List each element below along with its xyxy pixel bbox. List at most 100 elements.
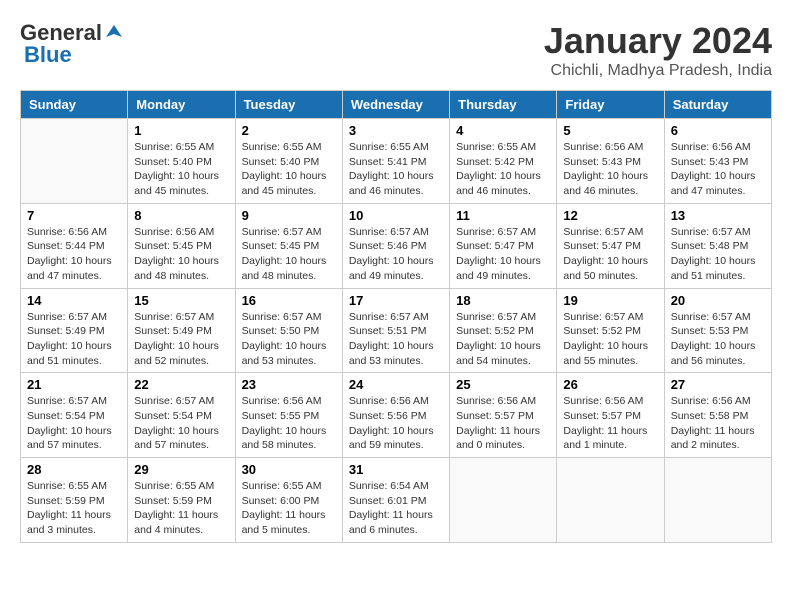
day-info: Sunrise: 6:57 AM Sunset: 5:46 PM Dayligh…	[349, 225, 443, 284]
day-number: 24	[349, 377, 443, 392]
day-number: 19	[563, 293, 657, 308]
calendar-cell: 4 Sunrise: 6:55 AM Sunset: 5:42 PM Daylig…	[450, 119, 557, 204]
day-info: Sunrise: 6:57 AM Sunset: 5:47 PM Dayligh…	[456, 225, 550, 284]
calendar-header-row: SundayMondayTuesdayWednesdayThursdayFrid…	[21, 91, 772, 119]
day-info: Sunrise: 6:57 AM Sunset: 5:45 PM Dayligh…	[242, 225, 336, 284]
day-number: 1	[134, 123, 228, 138]
day-info: Sunrise: 6:57 AM Sunset: 5:54 PM Dayligh…	[134, 394, 228, 453]
calendar-cell: 22 Sunrise: 6:57 AM Sunset: 5:54 PM Dayli…	[128, 373, 235, 458]
calendar-cell: 29 Sunrise: 6:55 AM Sunset: 5:59 PM Dayli…	[128, 458, 235, 543]
day-info: Sunrise: 6:57 AM Sunset: 5:52 PM Dayligh…	[456, 310, 550, 369]
calendar-cell: 19 Sunrise: 6:57 AM Sunset: 5:52 PM Dayli…	[557, 288, 664, 373]
calendar-cell: 20Sunrise: 6:57 AM Sunset: 5:53 PM Dayli…	[664, 288, 771, 373]
day-info: Sunrise: 6:56 AM Sunset: 5:44 PM Dayligh…	[27, 225, 121, 284]
day-info: Sunrise: 6:56 AM Sunset: 5:58 PM Dayligh…	[671, 394, 765, 453]
calendar-week-row: 21 Sunrise: 6:57 AM Sunset: 5:54 PM Dayli…	[21, 373, 772, 458]
calendar-cell: 26 Sunrise: 6:56 AM Sunset: 5:57 PM Dayli…	[557, 373, 664, 458]
day-info: Sunrise: 6:55 AM Sunset: 5:42 PM Dayligh…	[456, 140, 550, 199]
calendar-cell: 14 Sunrise: 6:57 AM Sunset: 5:49 PM Dayli…	[21, 288, 128, 373]
calendar-cell: 24 Sunrise: 6:56 AM Sunset: 5:56 PM Dayli…	[342, 373, 449, 458]
day-number: 29	[134, 462, 228, 477]
calendar-week-row: 28 Sunrise: 6:55 AM Sunset: 5:59 PM Dayli…	[21, 458, 772, 543]
weekday-header: Saturday	[664, 91, 771, 119]
day-info: Sunrise: 6:56 AM Sunset: 5:57 PM Dayligh…	[456, 394, 550, 453]
day-number: 12	[563, 208, 657, 223]
day-number: 9	[242, 208, 336, 223]
calendar-cell: 25 Sunrise: 6:56 AM Sunset: 5:57 PM Dayli…	[450, 373, 557, 458]
logo: General Blue	[20, 20, 124, 68]
day-info: Sunrise: 6:56 AM Sunset: 5:43 PM Dayligh…	[671, 140, 765, 199]
day-number: 22	[134, 377, 228, 392]
day-info: Sunrise: 6:55 AM Sunset: 5:59 PM Dayligh…	[134, 479, 228, 538]
day-info: Sunrise: 6:56 AM Sunset: 5:55 PM Dayligh…	[242, 394, 336, 453]
day-info: Sunrise: 6:57 AM Sunset: 5:50 PM Dayligh…	[242, 310, 336, 369]
day-number: 2	[242, 123, 336, 138]
page-header: General Blue January 2024 Chichli, Madhy…	[20, 20, 772, 80]
calendar-week-row: 7 Sunrise: 6:56 AM Sunset: 5:44 PM Daylig…	[21, 203, 772, 288]
day-info: Sunrise: 6:56 AM Sunset: 5:45 PM Dayligh…	[134, 225, 228, 284]
weekday-header: Monday	[128, 91, 235, 119]
day-info: Sunrise: 6:56 AM Sunset: 5:57 PM Dayligh…	[563, 394, 657, 453]
calendar-cell: 2 Sunrise: 6:55 AM Sunset: 5:40 PM Daylig…	[235, 119, 342, 204]
day-info: Sunrise: 6:57 AM Sunset: 5:52 PM Dayligh…	[563, 310, 657, 369]
day-info: Sunrise: 6:56 AM Sunset: 5:43 PM Dayligh…	[563, 140, 657, 199]
day-info: Sunrise: 6:57 AM Sunset: 5:51 PM Dayligh…	[349, 310, 443, 369]
day-number: 5	[563, 123, 657, 138]
day-number: 15	[134, 293, 228, 308]
day-number: 14	[27, 293, 121, 308]
day-number: 3	[349, 123, 443, 138]
day-number: 21	[27, 377, 121, 392]
calendar-cell: 10Sunrise: 6:57 AM Sunset: 5:46 PM Dayli…	[342, 203, 449, 288]
day-info: Sunrise: 6:57 AM Sunset: 5:54 PM Dayligh…	[27, 394, 121, 453]
weekday-header: Wednesday	[342, 91, 449, 119]
day-number: 11	[456, 208, 550, 223]
calendar-cell: 11 Sunrise: 6:57 AM Sunset: 5:47 PM Dayli…	[450, 203, 557, 288]
day-number: 17	[349, 293, 443, 308]
day-number: 31	[349, 462, 443, 477]
location-title: Chichli, Madhya Pradesh, India	[544, 62, 772, 80]
calendar-cell: 1Sunrise: 6:55 AM Sunset: 5:40 PM Daylig…	[128, 119, 235, 204]
month-title: January 2024	[544, 20, 772, 62]
day-number: 13	[671, 208, 765, 223]
day-info: Sunrise: 6:55 AM Sunset: 5:41 PM Dayligh…	[349, 140, 443, 199]
day-number: 25	[456, 377, 550, 392]
calendar-cell: 7 Sunrise: 6:56 AM Sunset: 5:44 PM Daylig…	[21, 203, 128, 288]
day-number: 16	[242, 293, 336, 308]
day-number: 26	[563, 377, 657, 392]
day-number: 6	[671, 123, 765, 138]
weekday-header: Tuesday	[235, 91, 342, 119]
calendar-cell: 18 Sunrise: 6:57 AM Sunset: 5:52 PM Dayli…	[450, 288, 557, 373]
calendar-cell: 21 Sunrise: 6:57 AM Sunset: 5:54 PM Dayli…	[21, 373, 128, 458]
calendar-cell: 5 Sunrise: 6:56 AM Sunset: 5:43 PM Daylig…	[557, 119, 664, 204]
day-number: 7	[27, 208, 121, 223]
calendar-week-row: 1 Sunrise: 6:55 AM Sunset: 5:40 PM Daylig…	[21, 119, 772, 204]
day-info: Sunrise: 6:55 AM Sunset: 5:59 PM Dayligh…	[27, 479, 121, 538]
day-info: Sunrise: 6:55 AM Sunset: 6:00 PM Dayligh…	[242, 479, 336, 538]
calendar-cell: 28 Sunrise: 6:55 AM Sunset: 5:59 PM Dayli…	[21, 458, 128, 543]
calendar-cell: 31Sunrise: 6:54 AM Sunset: 6:01 PM Dayli…	[342, 458, 449, 543]
calendar-cell: 13Sunrise: 6:57 AM Sunset: 5:48 PM Dayli…	[664, 203, 771, 288]
day-number: 18	[456, 293, 550, 308]
calendar-cell: 30Sunrise: 6:55 AM Sunset: 6:00 PM Dayli…	[235, 458, 342, 543]
day-number: 8	[134, 208, 228, 223]
calendar-cell: 3 Sunrise: 6:55 AM Sunset: 5:41 PM Daylig…	[342, 119, 449, 204]
day-info: Sunrise: 6:57 AM Sunset: 5:47 PM Dayligh…	[563, 225, 657, 284]
day-number: 23	[242, 377, 336, 392]
logo-bird-icon	[104, 23, 124, 43]
calendar-cell: 9 Sunrise: 6:57 AM Sunset: 5:45 PM Daylig…	[235, 203, 342, 288]
calendar-cell: 23 Sunrise: 6:56 AM Sunset: 5:55 PM Dayli…	[235, 373, 342, 458]
calendar-cell: 8 Sunrise: 6:56 AM Sunset: 5:45 PM Daylig…	[128, 203, 235, 288]
calendar-cell	[664, 458, 771, 543]
calendar-cell	[450, 458, 557, 543]
day-info: Sunrise: 6:57 AM Sunset: 5:49 PM Dayligh…	[27, 310, 121, 369]
calendar-cell: 15 Sunrise: 6:57 AM Sunset: 5:49 PM Dayli…	[128, 288, 235, 373]
day-info: Sunrise: 6:57 AM Sunset: 5:49 PM Dayligh…	[134, 310, 228, 369]
day-info: Sunrise: 6:56 AM Sunset: 5:56 PM Dayligh…	[349, 394, 443, 453]
calendar-cell	[557, 458, 664, 543]
calendar-cell: 12 Sunrise: 6:57 AM Sunset: 5:47 PM Dayli…	[557, 203, 664, 288]
weekday-header: Friday	[557, 91, 664, 119]
day-info: Sunrise: 6:55 AM Sunset: 5:40 PM Dayligh…	[242, 140, 336, 199]
weekday-header: Sunday	[21, 91, 128, 119]
day-number: 28	[27, 462, 121, 477]
day-number: 4	[456, 123, 550, 138]
